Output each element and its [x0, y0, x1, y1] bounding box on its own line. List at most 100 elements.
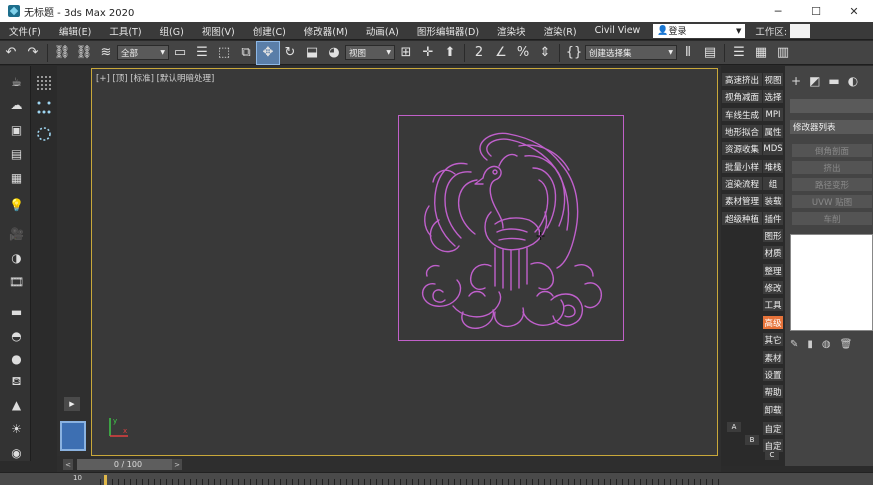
- cmd-stack[interactable]: 堆栈: [763, 160, 783, 173]
- menu-tools[interactable]: 工具(T): [100, 24, 150, 38]
- bevel-profile-button[interactable]: 倒角剖面: [792, 144, 872, 157]
- layer-list-icon[interactable]: ▤: [9, 146, 24, 161]
- cmd-resource-collect[interactable]: 资源收集: [722, 142, 762, 155]
- cmd-properties[interactable]: 属性: [763, 125, 783, 138]
- cmd-custom-1[interactable]: 自定: [763, 422, 783, 435]
- maximize-button[interactable]: ☐: [797, 0, 835, 22]
- select-move-icon[interactable]: ✥: [256, 40, 280, 65]
- hierarchy-tab-icon[interactable]: ▬: [828, 74, 839, 88]
- preset-a-button[interactable]: A: [727, 422, 741, 432]
- select-by-name-icon[interactable]: ☰: [191, 42, 213, 64]
- cmd-view-reduce[interactable]: 视角减面: [722, 90, 762, 103]
- cmd-advanced[interactable]: 高级: [763, 316, 783, 329]
- teapot-icon[interactable]: ☕: [9, 74, 24, 89]
- pot-icon[interactable]: ⛾: [9, 374, 24, 389]
- uvw-map-button[interactable]: UVW 贴图: [792, 195, 872, 208]
- select-scale-icon[interactable]: ⬓: [301, 42, 323, 64]
- unlink-icon[interactable]: ⛓: [73, 42, 95, 64]
- selection-ring-icon[interactable]: [36, 126, 52, 142]
- cmd-tools[interactable]: 工具: [763, 298, 783, 311]
- workspace-dropdown[interactable]: [790, 23, 811, 38]
- select-object-icon[interactable]: ▭: [169, 42, 191, 64]
- cmd-other[interactable]: 其它: [763, 333, 783, 346]
- cmd-modify[interactable]: 修改: [763, 281, 783, 294]
- film-icon[interactable]: 🎞: [9, 274, 24, 289]
- cmd-help[interactable]: 帮助: [763, 385, 783, 398]
- mirror-icon[interactable]: ⫴: [677, 42, 699, 64]
- cmd-shapes[interactable]: 图形: [763, 229, 783, 242]
- pivot-center-icon[interactable]: ⊞: [395, 42, 417, 64]
- top-viewport[interactable]: [+] [顶] [标准] [默认明暗处理] y x ✛: [91, 68, 718, 456]
- login-dropdown[interactable]: 👤 登录 ▼: [653, 23, 746, 38]
- preset-b-button[interactable]: B: [745, 435, 759, 445]
- rectangular-selection-icon[interactable]: ⬚: [213, 42, 235, 64]
- cmd-load[interactable]: 装载: [763, 194, 783, 207]
- keyboard-shortcut-icon[interactable]: ⬆: [439, 42, 461, 64]
- undo-icon[interactable]: ↶: [0, 42, 22, 64]
- cmd-unload[interactable]: 卸载: [763, 403, 783, 416]
- close-button[interactable]: ✕: [835, 0, 873, 22]
- viewport-label[interactable]: [+] [顶] [标准] [默认明暗处理]: [96, 72, 214, 84]
- snaps-toggle-icon[interactable]: 2: [468, 42, 490, 64]
- angle-snap-icon[interactable]: ∠: [490, 42, 512, 64]
- menu-render-block[interactable]: 渲染块: [488, 24, 535, 38]
- extrude-button[interactable]: 挤出: [792, 161, 872, 174]
- box-icon[interactable]: ▬: [9, 304, 24, 319]
- render-frame-icon[interactable]: ▣: [9, 122, 24, 137]
- select-rotate-icon[interactable]: ↻: [279, 42, 301, 64]
- menu-animation[interactable]: 动画(A): [357, 24, 408, 38]
- cmd-super-planting[interactable]: 超级种植: [722, 212, 762, 225]
- bind-space-warp-icon[interactable]: ≋: [95, 42, 117, 64]
- reference-coord-dropdown[interactable]: 视图 ▼: [345, 45, 395, 60]
- scene-explorer-icon[interactable]: ☰: [728, 42, 750, 64]
- cmd-asset-manager[interactable]: 素材管理: [722, 194, 762, 207]
- cmd-line-generate[interactable]: 车线生成: [722, 108, 762, 121]
- modifier-stack-list[interactable]: [790, 234, 873, 331]
- toggle-ribbon-icon[interactable]: ▥: [772, 42, 794, 64]
- named-selection-dropdown[interactable]: 创建选择集 ▼: [585, 45, 677, 60]
- manipulate-icon[interactable]: ✛: [417, 42, 439, 64]
- motion-tab-icon[interactable]: ◐: [848, 74, 858, 88]
- camera-icon[interactable]: 🎥: [9, 226, 24, 241]
- cloud-icon[interactable]: ☁: [9, 97, 24, 112]
- redo-icon[interactable]: ↷: [22, 42, 44, 64]
- link-icon[interactable]: ⛓: [51, 42, 73, 64]
- menu-views[interactable]: 视图(V): [193, 24, 244, 38]
- grid-dots-icon[interactable]: [36, 75, 52, 91]
- cmd-batch-sample[interactable]: 批量小样: [722, 160, 762, 173]
- create-tab-icon[interactable]: +: [791, 74, 801, 88]
- align-icon[interactable]: ▤: [699, 42, 721, 64]
- menu-group[interactable]: 组(G): [151, 24, 193, 38]
- menu-file[interactable]: 文件(F): [0, 24, 50, 38]
- remove-modifier-icon[interactable]: 🗑: [840, 339, 853, 350]
- lathe-button[interactable]: 车削: [792, 212, 872, 225]
- menu-create[interactable]: 创建(C): [244, 24, 295, 38]
- cmd-organize[interactable]: 整理: [763, 264, 783, 277]
- selection-filter-dropdown[interactable]: 全部 ▼: [117, 45, 169, 60]
- menu-modifiers[interactable]: 修改器(M): [295, 24, 357, 38]
- menu-graph-editors[interactable]: 图形编辑器(D): [408, 24, 488, 38]
- make-unique-icon[interactable]: ◍: [822, 339, 831, 350]
- expand-arrow-button[interactable]: ▶: [64, 397, 80, 411]
- minimize-button[interactable]: ─: [759, 0, 797, 22]
- cmd-mds[interactable]: MDS: [763, 142, 783, 155]
- cmd-assets[interactable]: 素材: [763, 351, 783, 364]
- modify-tab-icon[interactable]: ◩: [809, 74, 820, 88]
- cmd-plugins[interactable]: 插件: [763, 212, 783, 225]
- sphere-icon[interactable]: ●: [9, 351, 24, 366]
- percent-snap-icon[interactable]: %: [512, 42, 534, 64]
- cone-icon[interactable]: ▲: [9, 397, 24, 412]
- place-icon[interactable]: ◕: [323, 42, 345, 64]
- prev-frame-button[interactable]: <: [63, 459, 73, 470]
- cmd-select[interactable]: 选择: [763, 90, 783, 103]
- cmd-materials[interactable]: 材质: [763, 246, 783, 259]
- spinner-snap-icon[interactable]: ⇕: [534, 42, 556, 64]
- sound-icon[interactable]: ◑: [9, 250, 24, 265]
- menu-edit[interactable]: 编辑(E): [50, 24, 100, 38]
- time-slider[interactable]: 0 / 100: [77, 459, 179, 470]
- viewport-layout-thumbnail[interactable]: [60, 421, 86, 451]
- menu-civil-view[interactable]: Civil View: [586, 25, 650, 36]
- cmd-settings[interactable]: 设置: [763, 368, 783, 381]
- sun-icon[interactable]: ☀: [9, 421, 24, 436]
- preset-c-button[interactable]: C: [765, 450, 779, 460]
